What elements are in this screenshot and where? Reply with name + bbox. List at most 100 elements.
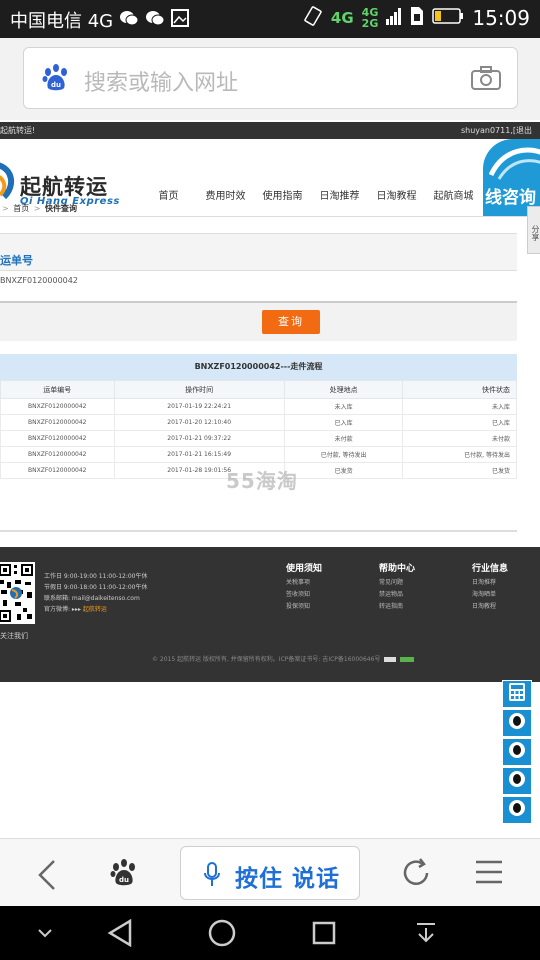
stats-badge-icon[interactable] xyxy=(400,657,415,662)
footer-link[interactable]: 常见问题 xyxy=(379,577,415,589)
cell-location: 已发货 xyxy=(283,462,404,479)
webpage-viewport: 起航转运! shuyan0711,[退出 起航转运 Qi Hang Expres… xyxy=(0,120,540,838)
wechat-icon xyxy=(119,9,139,32)
voice-input-label: 按住 说话 xyxy=(235,866,341,892)
copyright-text: © 2015 起航转运 版权所有, 并保留所有权利。ICP备案证书号: 吉ICP… xyxy=(152,656,381,663)
collapse-button[interactable] xyxy=(30,906,60,960)
cell-status: 已入库 xyxy=(402,414,517,431)
breadcrumb-separator: > xyxy=(33,204,41,213)
cell-waybill: BNXZF0120000042 xyxy=(0,398,115,415)
footer-link[interactable]: 签收须知 xyxy=(286,589,322,601)
cell-time: 2017-01-21 16:15:49 xyxy=(113,446,285,463)
nav-item-fees[interactable]: 费用时效 xyxy=(197,187,254,202)
breadcrumb-home[interactable]: 首页 xyxy=(13,204,29,213)
user-account-link[interactable]: shuyan0711,[退出 xyxy=(461,122,532,139)
baidu-paw-icon: du xyxy=(110,859,135,886)
calculator-button[interactable] xyxy=(502,680,532,708)
battery-icon xyxy=(432,7,464,29)
flow-table-title: BNXZF0120000042---走件流程 xyxy=(0,354,517,380)
refresh-button[interactable] xyxy=(400,857,432,893)
nav-item-guide[interactable]: 使用指南 xyxy=(254,187,311,202)
address-input[interactable]: du 搜索或输入网址 xyxy=(23,47,518,109)
tracking-number-field[interactable]: BNXZF0120000042 xyxy=(0,276,78,285)
gallery-icon xyxy=(171,8,190,32)
nav-item-home[interactable]: 首页 xyxy=(140,187,197,202)
online-consult-button[interactable]: 线咨询 xyxy=(483,139,540,216)
contact-email: 联系邮箱: mail@daikeitenso.com xyxy=(44,595,140,602)
cell-status: 已付款, 等待发出 xyxy=(402,446,517,463)
tracking-search-title: 运单号 xyxy=(0,254,33,267)
camera-icon[interactable] xyxy=(471,66,501,94)
cnzz-badge-icon[interactable] xyxy=(384,657,397,662)
weibo-label: 官方微博: ▸▸▸ xyxy=(44,606,81,613)
workday-hours: 工作日 9:00-19:00 11:00-12:00午休 xyxy=(44,573,148,580)
cell-status: 未付款 xyxy=(402,430,517,447)
wave-icon xyxy=(488,145,540,185)
home-circle-icon xyxy=(208,919,236,947)
footer-column-title: 帮助中心 xyxy=(379,564,416,574)
share-tab[interactable]: 分享 xyxy=(527,206,540,254)
table-row: BNXZF0120000042 2017-01-21 09:37:22 未付款 … xyxy=(0,430,517,447)
footer-link[interactable]: 禁运物品 xyxy=(379,589,415,601)
cell-location: 已付款, 等待发出 xyxy=(283,446,404,463)
breadcrumb: > 首页 > 快件查询 xyxy=(0,203,77,214)
menu-button[interactable] xyxy=(474,858,504,890)
triangle-back-icon xyxy=(107,918,132,948)
recents-square-icon xyxy=(312,921,336,945)
site-logo-icon[interactable] xyxy=(0,161,20,205)
baidu-home-button[interactable]: du xyxy=(108,857,140,893)
footer-column-usage: 使用须知 关税事项 签收须知 投保须知 xyxy=(286,563,322,613)
footer-column-industry: 行业信息 日淘推荐 海淘晒单 日淘教程 xyxy=(472,563,508,613)
status-left: 中国电信 4G xyxy=(10,7,190,33)
cell-waybill: BNXZF0120000042 xyxy=(0,446,115,463)
query-panel: 查询 xyxy=(0,301,517,341)
holiday-hours: 节假日 9:00-18:00 11:00-12:00午休 xyxy=(44,584,148,591)
clock: 15:09 xyxy=(472,6,530,30)
nav-back-button[interactable] xyxy=(104,906,136,960)
back-button[interactable] xyxy=(36,859,58,895)
qr-code-icon xyxy=(0,562,35,624)
weibo-row: 官方微博: ▸▸▸ 起航转运 xyxy=(44,604,148,615)
qr-label: 关注我们 xyxy=(0,632,28,640)
voice-input-button[interactable]: 按住 说话 xyxy=(180,846,360,900)
qq-icon xyxy=(508,741,526,763)
main-nav: 首页 费用时效 使用指南 日淘推荐 日淘教程 起航商城 会员 xyxy=(140,187,539,202)
nav-home-button[interactable] xyxy=(206,906,238,960)
query-button[interactable]: 查询 xyxy=(262,310,320,334)
footer-link[interactable]: 日淘推荐 xyxy=(472,577,508,589)
cell-location: 未入库 xyxy=(283,398,404,415)
qq-button[interactable] xyxy=(502,709,532,737)
qq-button[interactable] xyxy=(502,796,532,824)
qq-button[interactable] xyxy=(502,738,532,766)
nav-item-tutorial[interactable]: 日淘教程 xyxy=(368,187,425,202)
carrier-label: 中国电信 4G xyxy=(10,11,114,32)
footer-link[interactable]: 关税事项 xyxy=(286,577,322,589)
cell-location: 已入库 xyxy=(283,414,404,431)
baidu-paw-icon: du xyxy=(40,62,72,98)
footer-link[interactable]: 投保须知 xyxy=(286,601,322,613)
rotate-lock-icon xyxy=(303,6,323,30)
cell-time: 2017-01-21 09:37:22 xyxy=(113,430,285,447)
table-row: BNXZF0120000042 2017-01-19 22:24:21 未入库 … xyxy=(0,398,517,415)
weibo-link[interactable]: 起航转运 xyxy=(83,606,107,613)
contact-info: 工作日 9:00-19:00 11:00-12:00午休 节假日 9:00-18… xyxy=(44,571,148,615)
footer-column-help: 帮助中心 常见问题 禁运物品 转运指南 xyxy=(379,563,415,613)
footer-link[interactable]: 海淘晒单 xyxy=(472,589,508,601)
nav-item-recommend[interactable]: 日淘推荐 xyxy=(311,187,368,202)
notification-pull-button[interactable] xyxy=(410,906,442,960)
column-header: 操作时间 xyxy=(113,380,285,399)
qq-button[interactable] xyxy=(502,767,532,795)
refresh-icon xyxy=(403,858,429,885)
footer-link[interactable]: 转运指南 xyxy=(379,601,415,613)
qq-icon xyxy=(508,799,526,821)
nav-recents-button[interactable] xyxy=(308,906,340,960)
welcome-text: 起航转运! xyxy=(0,126,36,135)
sim-icon xyxy=(410,6,424,30)
nav-item-mall[interactable]: 起航商城 xyxy=(425,187,482,202)
network-2g-label: 2G xyxy=(361,17,379,30)
cell-time: 2017-01-20 12:10:40 xyxy=(113,414,285,431)
tracking-search-panel: 运单号 xyxy=(0,233,517,271)
footer-link[interactable]: 日淘教程 xyxy=(472,601,508,613)
table-row: BNXZF0120000042 2017-01-21 16:15:49 已付款,… xyxy=(0,446,517,463)
qq-icon xyxy=(508,712,526,734)
